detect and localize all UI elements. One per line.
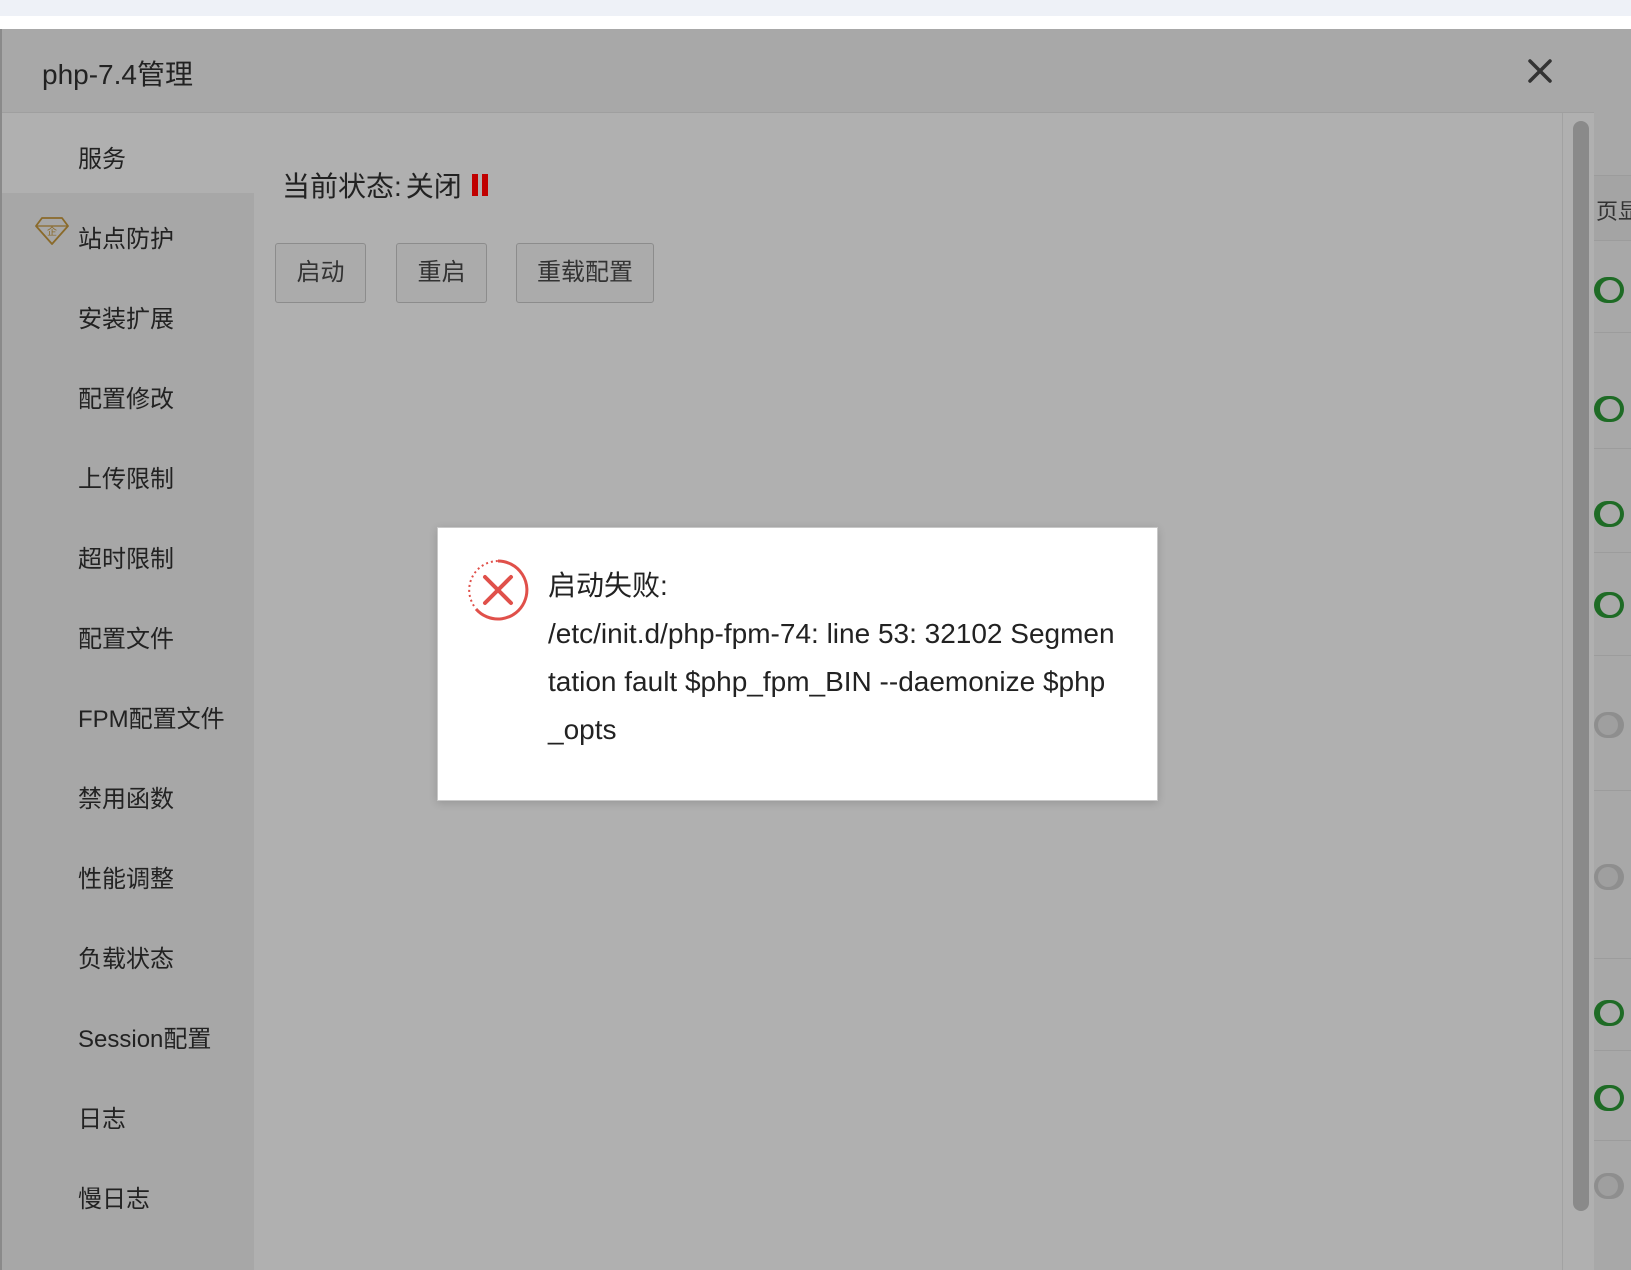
background-toggle [1594, 1000, 1624, 1026]
sidebar-item-label: 配置修改 [78, 386, 174, 413]
sidebar-item-load-status[interactable]: 负载状态 [2, 913, 254, 993]
sidebar-item-install-extensions[interactable]: 安装扩展 [2, 273, 254, 353]
sidebar-item-session-config[interactable]: Session配置 [2, 993, 254, 1073]
background-table-header: 页显 [1594, 175, 1631, 241]
sidebar: 服务 企 站点防护 安装扩展 配置修改 上传限制 超时限制 配置文件 FPM配置… [2, 113, 254, 1270]
gem-glyph: 企 [47, 225, 57, 238]
sidebar-item-label: Session配置 [78, 1026, 212, 1053]
background-toggle [1594, 592, 1624, 618]
sidebar-item-upload-limit[interactable]: 上传限制 [2, 433, 254, 513]
background-row-divider [1594, 1050, 1631, 1051]
sidebar-item-log[interactable]: 日志 [2, 1073, 254, 1153]
sidebar-item-timeout-limit[interactable]: 超时限制 [2, 513, 254, 593]
page: 页显 php-7.4管理 服务 企 站点防护 安装扩展 配置修改 上传限制 超时… [0, 0, 1631, 1270]
sidebar-item-label: 禁用函数 [78, 786, 174, 813]
sidebar-item-config-file[interactable]: 配置文件 [2, 593, 254, 673]
sidebar-item-label: 上传限制 [78, 466, 174, 493]
sidebar-item-label: 站点防护 [78, 226, 174, 253]
scrollbar-thumb[interactable] [1573, 121, 1589, 1211]
background-page: 页显 [1594, 29, 1631, 1270]
stopped-status-icon [471, 174, 490, 196]
sidebar-item-label: 慢日志 [78, 1186, 150, 1213]
background-row-divider [1594, 448, 1631, 449]
modal-title: php-7.4管理 [42, 59, 193, 90]
background-toggle [1594, 277, 1624, 303]
error-title: 启动失败: [548, 570, 668, 601]
restart-button[interactable]: 重启 [396, 243, 487, 303]
background-toggle [1594, 1085, 1624, 1111]
background-row-divider [1594, 790, 1631, 791]
background-row-divider [1594, 655, 1631, 656]
close-icon[interactable] [1524, 55, 1556, 87]
status-label: 当前状态: [282, 171, 402, 202]
error-dialog: 启动失败: /etc/init.d/php-fpm-74: line 53: 3… [437, 527, 1158, 801]
modal-header: php-7.4管理 [2, 29, 1594, 113]
sidebar-item-label: 安装扩展 [78, 306, 174, 333]
sidebar-item-label: 配置文件 [78, 626, 174, 653]
error-line: /etc/init.d/php-fpm-74: line 53: 32102 S… [548, 618, 1115, 649]
background-row-divider [1594, 552, 1631, 553]
background-toggle [1594, 864, 1624, 890]
error-circle-icon [466, 558, 530, 622]
sidebar-item-site-protection[interactable]: 企 站点防护 [2, 193, 254, 273]
background-row-divider [1594, 958, 1631, 959]
sidebar-item-label: 日志 [78, 1106, 126, 1133]
background-row-divider [1594, 332, 1631, 333]
service-status: 当前状态: 关闭 [282, 165, 490, 205]
sidebar-item-label: FPM配置文件 [78, 706, 225, 733]
sidebar-item-label: 性能调整 [78, 866, 174, 893]
background-toggle [1594, 712, 1624, 738]
sidebar-item-label: 超时限制 [78, 546, 174, 573]
error-message: 启动失败: /etc/init.d/php-fpm-74: line 53: 3… [548, 562, 1128, 754]
background-header-text: 页显 [1596, 199, 1631, 224]
sidebar-item-fpm-config-file[interactable]: FPM配置文件 [2, 673, 254, 753]
sidebar-item-label: 负载状态 [78, 946, 174, 973]
background-toggle [1594, 1173, 1624, 1199]
status-value: 关闭 [405, 171, 462, 202]
background-row-divider [1594, 1140, 1631, 1141]
start-button[interactable]: 启动 [275, 243, 366, 303]
sidebar-item-label: 服务 [78, 146, 126, 173]
sidebar-item-disabled-functions[interactable]: 禁用函数 [2, 753, 254, 833]
reload-config-button[interactable]: 重载配置 [516, 243, 654, 303]
browser-top-gap [0, 16, 1631, 29]
error-line: _opts [548, 714, 617, 745]
sidebar-item-config-edit[interactable]: 配置修改 [2, 353, 254, 433]
background-toggle [1594, 501, 1624, 527]
enterprise-gem-icon: 企 [34, 215, 70, 247]
browser-top-strip [0, 0, 1631, 16]
sidebar-item-slow-log[interactable]: 慢日志 [2, 1153, 254, 1233]
sidebar-item-service[interactable]: 服务 [2, 113, 254, 193]
sidebar-item-performance-tuning[interactable]: 性能调整 [2, 833, 254, 913]
error-line: tation fault $php_fpm_BIN --daemonize $p… [548, 666, 1106, 697]
background-toggle [1594, 396, 1624, 422]
